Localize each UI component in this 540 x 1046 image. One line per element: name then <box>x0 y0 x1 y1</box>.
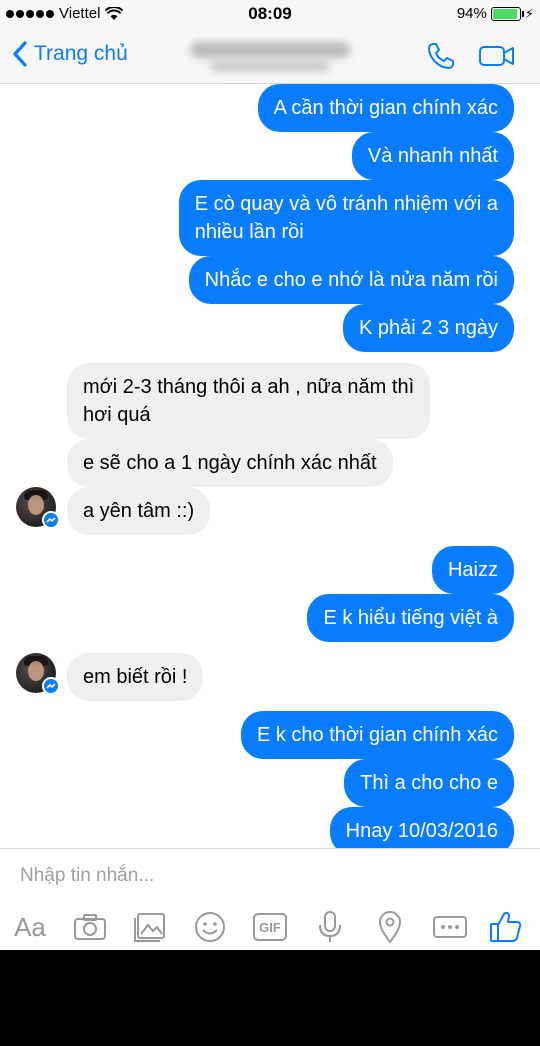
battery-icon <box>490 6 524 21</box>
gif-icon[interactable]: GIF <box>251 909 289 945</box>
like-icon[interactable] <box>488 909 524 945</box>
more-icon[interactable] <box>432 909 468 945</box>
message-bubble-incoming[interactable]: em biết rồi ! <box>67 653 204 701</box>
status-right: 94% ⚡ <box>457 5 534 22</box>
text-format-icon[interactable]: Aa <box>10 909 50 945</box>
message-bubble-incoming[interactable]: e sẽ cho a 1 ngày chính xác nhất <box>67 439 393 487</box>
conversation-header: Trang chủ <box>0 28 540 84</box>
status-bar: Viettel 08:09 94% ⚡ <box>0 0 540 28</box>
message-composer: Nhập tin nhắn... Aa GIF <box>0 848 540 950</box>
message-bubble-outgoing[interactable]: Nhắc e cho e nhớ là nửa năm rồi <box>188 256 514 304</box>
video-call-icon[interactable] <box>478 40 516 72</box>
chevron-left-icon <box>13 41 27 67</box>
message-input[interactable]: Nhập tin nhắn... <box>20 865 154 887</box>
message-bubble-outgoing[interactable]: Và nhanh nhất <box>351 132 514 180</box>
contact-name-blurred[interactable] <box>190 42 350 72</box>
location-icon[interactable] <box>372 909 408 945</box>
battery-fill <box>492 8 518 19</box>
screenshot-bottom-border <box>0 950 540 1046</box>
camera-icon[interactable] <box>72 909 108 945</box>
microphone-icon[interactable] <box>312 909 348 945</box>
charging-icon: ⚡ <box>524 5 534 21</box>
photo-gallery-icon[interactable] <box>132 909 168 945</box>
contact-avatar[interactable] <box>16 487 60 529</box>
gif-label: GIF <box>253 913 287 941</box>
sticker-icon[interactable] <box>192 909 228 945</box>
message-bubble-outgoing[interactable]: Haizz <box>431 546 514 594</box>
messenger-badge-icon <box>42 511 60 529</box>
messenger-badge-icon <box>42 677 60 695</box>
battery-percent: 94% <box>456 5 487 22</box>
message-bubble-incoming[interactable]: mới 2-3 tháng thôi a ah , nữa năm thì hơ… <box>67 363 431 439</box>
back-button[interactable]: Trang chủ <box>12 40 128 68</box>
message-bubble-outgoing[interactable]: A cần thời gian chính xác <box>257 84 514 132</box>
contact-avatar[interactable] <box>16 653 60 695</box>
message-bubble-outgoing[interactable]: E cò quay và vô tránh nhiệm với a nhiều … <box>178 180 514 256</box>
back-label: Trang chủ <box>34 42 128 65</box>
messenger-screen: Viettel 08:09 94% ⚡ Trang chủ A cần thời… <box>0 0 540 950</box>
message-bubble-outgoing[interactable]: K phải 2 3 ngày <box>343 304 514 352</box>
message-bubble-outgoing[interactable]: Thì a cho cho e <box>344 759 514 807</box>
phone-call-icon[interactable] <box>425 40 457 72</box>
message-bubble-outgoing[interactable]: E k cho thời gian chính xác <box>240 711 514 759</box>
message-bubble-incoming[interactable]: a yên tâm ::) <box>67 487 211 535</box>
message-bubble-outgoing[interactable]: E k hiểu tiếng việt à <box>307 594 514 642</box>
composer-toolbar: Aa GIF <box>0 909 540 945</box>
